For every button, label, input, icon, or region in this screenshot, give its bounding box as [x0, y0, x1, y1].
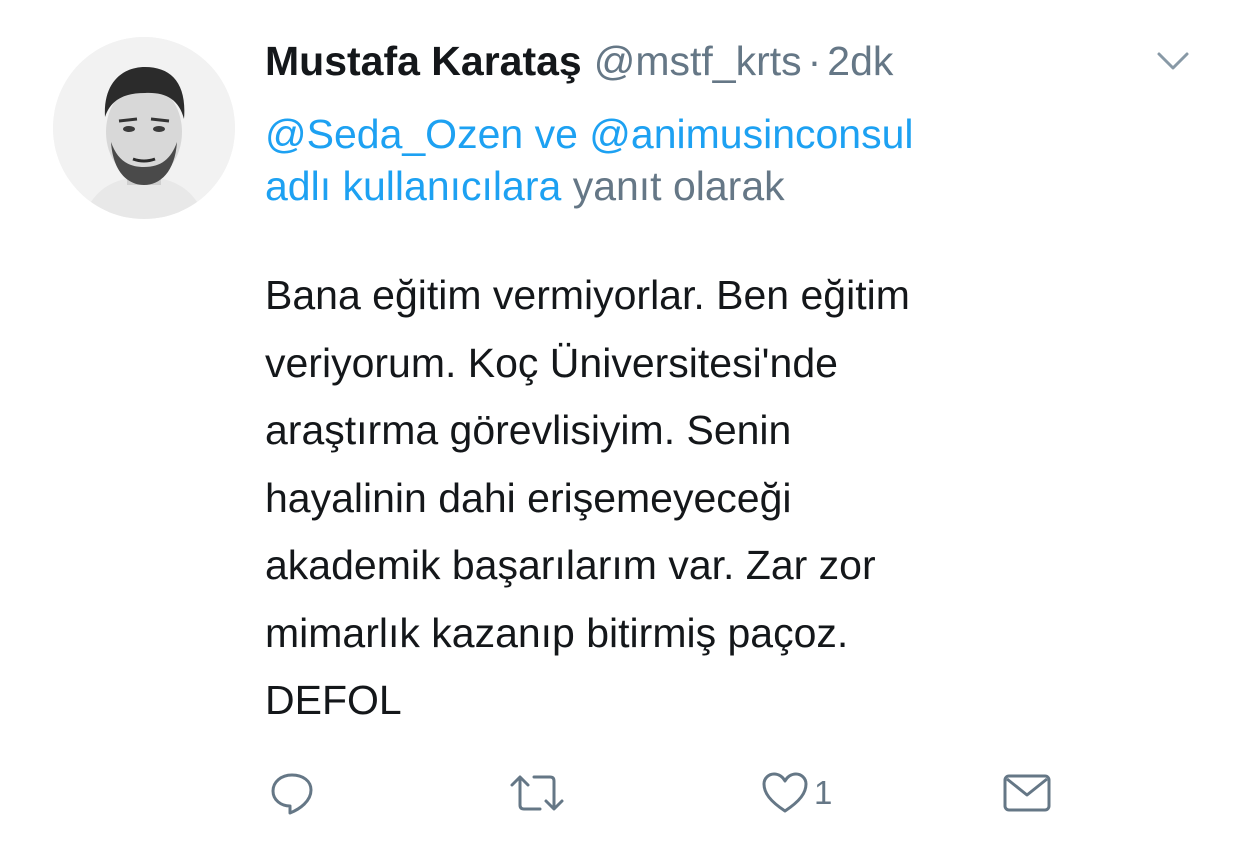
tweet-text: Bana eğitim vermiyorlar. Ben eğitim veri… — [265, 262, 1185, 735]
reply-suffix: yanıt olarak — [572, 163, 785, 209]
tweet-text-line: veriyorum. Koç Üniversitesi'nde — [265, 339, 838, 386]
mention-link[interactable]: @Seda_Ozen — [265, 111, 523, 157]
tweet-text-line: Bana eğitim vermiyorlar. Ben eğitim — [265, 272, 910, 318]
reply-button[interactable] — [268, 768, 316, 818]
chevron-down-icon[interactable] — [1155, 48, 1191, 76]
like-count: 1 — [814, 774, 833, 811]
retweet-icon — [510, 775, 564, 811]
heart-icon — [762, 772, 808, 813]
like-button[interactable]: 1 — [760, 768, 832, 818]
tweet-text-line: hayalinin dahi erişemeyeceği — [265, 474, 792, 521]
envelope-icon — [1003, 774, 1051, 812]
tweet: Mustafa Karataş @mstf_krts · 2dk @Seda_O… — [0, 0, 1242, 843]
users-link[interactable]: adlı kullanıcılara — [265, 163, 561, 209]
reply-context: @Seda_Ozen ve @animusinconsul adlı kulla… — [265, 108, 1165, 212]
avatar[interactable] — [53, 37, 235, 219]
tweet-header: Mustafa Karataş @mstf_krts · 2dk — [265, 38, 893, 88]
tweet-text-line: DEFOL — [265, 677, 402, 723]
display-name[interactable]: Mustafa Karataş — [265, 38, 582, 85]
user-handle[interactable]: @mstf_krts — [594, 38, 802, 85]
direct-message-button[interactable] — [1002, 768, 1052, 818]
mention-conjunction[interactable]: ve — [535, 111, 578, 157]
tweet-text-line: akademik başarılarım var. Zar zor — [265, 542, 876, 588]
reply-icon — [271, 773, 313, 815]
mention-link[interactable]: @animusinconsul — [589, 111, 913, 157]
separator-dot: · — [807, 38, 822, 84]
timestamp[interactable]: 2dk — [827, 38, 893, 85]
retweet-button[interactable] — [508, 768, 566, 818]
tweet-text-line: araştırma görevlisiyim. Senin — [265, 407, 792, 453]
tweet-text-line: mimarlık kazanıp bitirmiş paçoz. — [265, 609, 849, 656]
avatar-image — [53, 37, 235, 219]
